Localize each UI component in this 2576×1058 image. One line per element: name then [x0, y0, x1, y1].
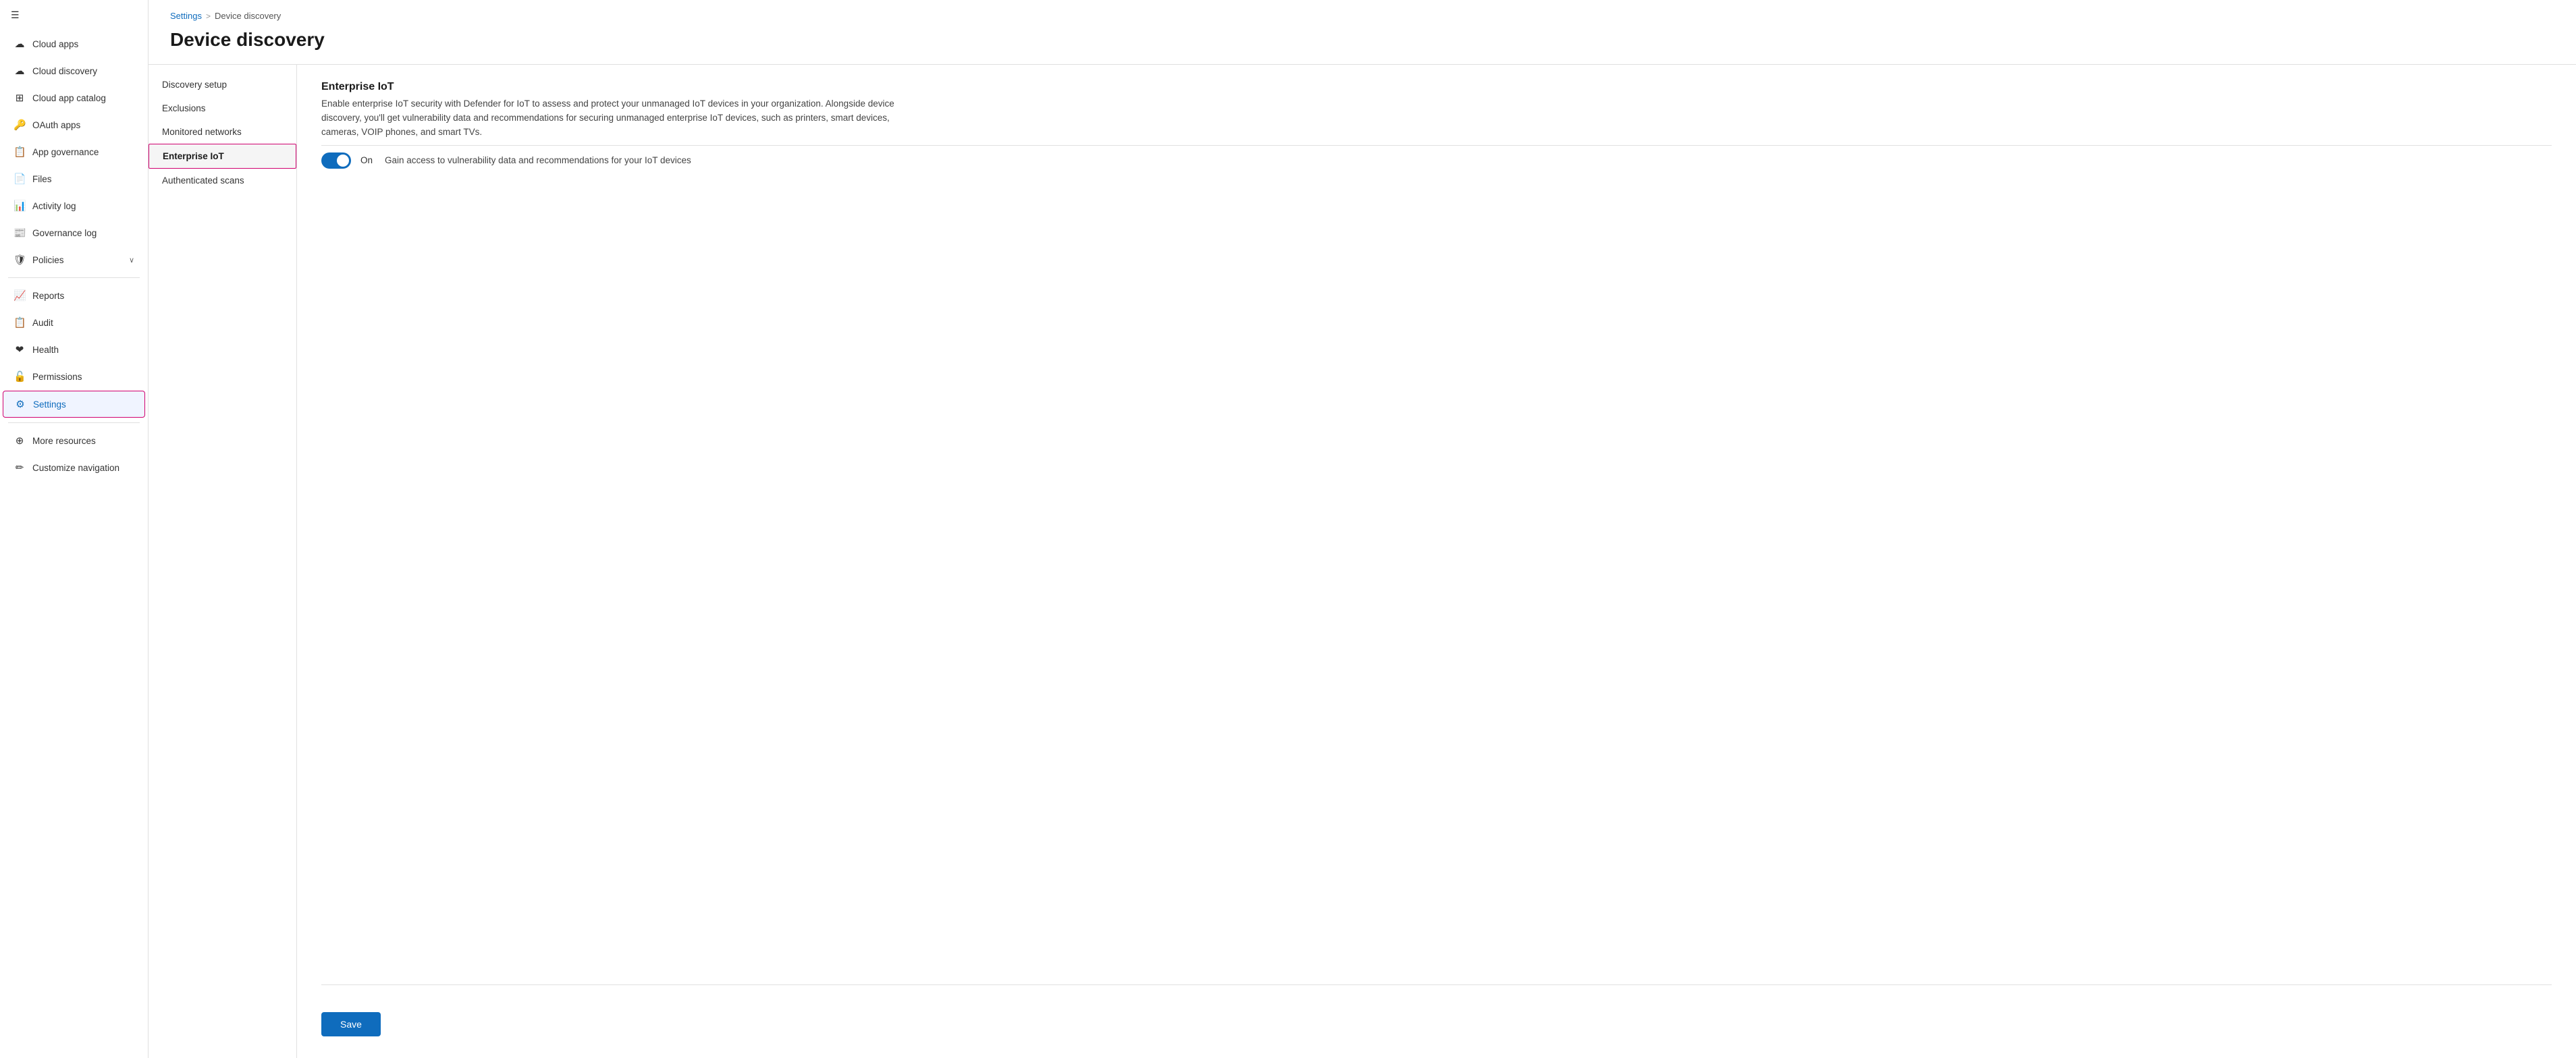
reports-icon: 📈 [14, 289, 26, 302]
sidebar-label-oauth-apps: OAuth apps [32, 120, 80, 130]
toggle-description: Gain access to vulnerability data and re… [385, 155, 691, 165]
sidebar-item-oauth-apps[interactable]: 🔑 OAuth apps [3, 112, 145, 138]
section-title: Enterprise IoT [321, 81, 2552, 93]
customize-icon: ✏ [14, 462, 26, 474]
breadcrumb-separator: > [206, 11, 211, 21]
enterprise-iot-toggle[interactable] [321, 152, 351, 169]
subnav-label-discovery-setup: Discovery setup [162, 80, 227, 90]
actlog-icon: 📊 [14, 200, 26, 212]
sidebar-item-governance-log[interactable]: 📰 Governance log [3, 220, 145, 246]
breadcrumb: Settings > Device discovery [149, 0, 2576, 26]
subnav-label-exclusions: Exclusions [162, 103, 206, 113]
sidebar-item-policies[interactable]: 🛡 Policies ∨ [3, 247, 145, 273]
sidebar-label-app-governance: App governance [32, 147, 99, 157]
sidebar-item-activity-log[interactable]: 📊 Activity log [3, 193, 145, 219]
toggle-row: On Gain access to vulnerability data and… [321, 152, 2552, 169]
sidebar: ☁ Cloud apps ☁ Cloud discovery ⊞ Cloud a… [0, 0, 149, 1058]
sidebar-label-reports: Reports [32, 291, 64, 301]
hamburger-icon [11, 9, 20, 21]
sidebar-label-customize-navigation: Customize navigation [32, 463, 119, 473]
sidebar-item-files[interactable]: 📄 Files [3, 166, 145, 192]
content-area: Discovery setup Exclusions Monitored net… [149, 64, 2576, 1058]
subnav: Discovery setup Exclusions Monitored net… [149, 65, 297, 1058]
main-content: Settings > Device discovery Device disco… [149, 0, 2576, 1058]
cloud-apps-icon: ☁ [14, 38, 26, 50]
page-title: Device discovery [149, 26, 2576, 64]
sidebar-item-health[interactable]: ❤ Health [3, 337, 145, 362]
subnav-label-authenticated-scans: Authenticated scans [162, 175, 244, 186]
sidebar-label-cloud-discovery: Cloud discovery [32, 66, 97, 76]
sidebar-item-permissions[interactable]: 🔓 Permissions [3, 364, 145, 389]
policies-icon: 🛡 [14, 254, 26, 266]
sidebar-divider-2 [8, 422, 140, 423]
govlog-icon: 📰 [14, 227, 26, 239]
sidebar-label-cloud-app-catalog: Cloud app catalog [32, 93, 106, 103]
sidebar-label-files: Files [32, 174, 52, 184]
oauth-icon: 🔑 [14, 119, 26, 131]
sidebar-item-customize-navigation[interactable]: ✏ Customize navigation [3, 455, 145, 480]
sidebar-label-settings: Settings [33, 399, 66, 410]
permissions-icon: 🔓 [14, 370, 26, 383]
sidebar-label-activity-log: Activity log [32, 201, 76, 211]
section-divider [321, 145, 2552, 146]
subnav-item-authenticated-scans[interactable]: Authenticated scans [149, 169, 296, 192]
settings-icon: ⚙ [14, 398, 26, 410]
section-description: Enable enterprise IoT security with Defe… [321, 97, 929, 140]
catalog-icon: ⊞ [14, 92, 26, 104]
sidebar-divider-1 [8, 277, 140, 278]
subnav-item-monitored-networks[interactable]: Monitored networks [149, 120, 296, 144]
policies-chevron-icon: ∨ [129, 256, 134, 264]
health-icon: ❤ [14, 343, 26, 356]
toggle-state-label: On [360, 155, 373, 165]
sidebar-label-governance-log: Governance log [32, 228, 97, 238]
hamburger-button[interactable] [0, 0, 148, 30]
audit-icon: 📋 [14, 316, 26, 329]
enterprise-iot-section: Enterprise IoT Enable enterprise IoT sec… [321, 81, 2552, 169]
sidebar-item-more-resources[interactable]: ⊕ More resources [3, 428, 145, 453]
sidebar-item-cloud-app-catalog[interactable]: ⊞ Cloud app catalog [3, 85, 145, 111]
save-button[interactable]: Save [321, 1012, 381, 1036]
sidebar-item-app-governance[interactable]: 📋 App governance [3, 139, 145, 165]
sidebar-item-audit[interactable]: 📋 Audit [3, 310, 145, 335]
sidebar-label-permissions: Permissions [32, 372, 82, 382]
appgov-icon: 📋 [14, 146, 26, 158]
breadcrumb-settings-link[interactable]: Settings [170, 11, 202, 21]
subnav-item-enterprise-iot[interactable]: Enterprise IoT [149, 144, 296, 169]
subnav-item-discovery-setup[interactable]: Discovery setup [149, 73, 296, 96]
sidebar-item-cloud-apps[interactable]: ☁ Cloud apps [3, 31, 145, 57]
sidebar-item-reports[interactable]: 📈 Reports [3, 283, 145, 308]
save-divider [321, 984, 2552, 985]
subnav-item-exclusions[interactable]: Exclusions [149, 96, 296, 120]
sidebar-item-cloud-discovery[interactable]: ☁ Cloud discovery [3, 58, 145, 84]
detail-panel: Enterprise IoT Enable enterprise IoT sec… [297, 65, 2576, 1058]
cloud-discovery-icon: ☁ [14, 65, 26, 77]
subnav-label-enterprise-iot: Enterprise IoT [163, 151, 224, 161]
subnav-label-monitored-networks: Monitored networks [162, 127, 242, 137]
save-section: Save [321, 1001, 2552, 1042]
breadcrumb-current: Device discovery [215, 11, 281, 21]
sidebar-label-health: Health [32, 345, 59, 355]
sidebar-label-policies: Policies [32, 255, 64, 265]
more-resources-icon: ⊕ [14, 435, 26, 447]
sidebar-item-settings[interactable]: ⚙ Settings [3, 391, 145, 418]
sidebar-label-cloud-apps: Cloud apps [32, 39, 78, 49]
files-icon: 📄 [14, 173, 26, 185]
sidebar-label-audit: Audit [32, 318, 53, 328]
sidebar-label-more-resources: More resources [32, 436, 96, 446]
